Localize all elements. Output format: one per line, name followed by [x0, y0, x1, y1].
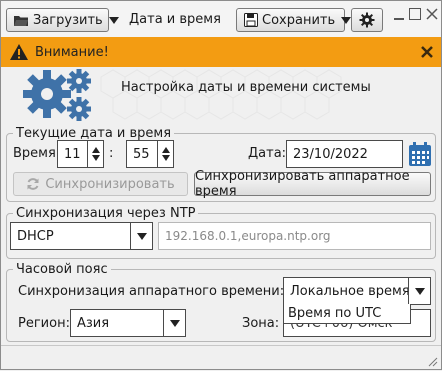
save-button[interactable]: Сохранить [236, 8, 352, 32]
minutes-spin-arrows[interactable] [157, 141, 173, 167]
folder-icon [13, 14, 29, 27]
date-value: 23/10/2022 [293, 146, 368, 162]
floppy-disk-icon [244, 13, 258, 27]
ntp-servers-value: 192.168.0.1,europa.ntp.org [165, 229, 331, 243]
hw-clock-select[interactable]: Локальное время [283, 277, 431, 305]
hours-value: 11 [64, 146, 81, 162]
region-label: Регион: [18, 316, 70, 331]
maximize-button[interactable] [409, 8, 421, 20]
date-label: Дата: [248, 146, 287, 161]
main-window: Загрузить Дата и время Сохранить Внимани… [0, 0, 442, 370]
hw-sync-label: Синхронизировать аппаратное время [195, 169, 410, 199]
hw-clock-value: Локальное время [290, 283, 410, 299]
hw-clock-label: Синхронизация аппаратного времени: [18, 284, 285, 299]
status-bar [1, 345, 441, 369]
ntp-servers-field[interactable]: 192.168.0.1,europa.ntp.org [158, 222, 431, 250]
ntp-mode-select[interactable]: DHCP [10, 222, 153, 250]
dismiss-warning-button[interactable] [421, 46, 433, 58]
warning-banner: Внимание! [1, 37, 441, 67]
load-button[interactable]: Загрузить [6, 8, 119, 32]
warning-triangle-icon [9, 43, 29, 61]
time-label: Время: [13, 146, 61, 161]
date-field[interactable]: 23/10/2022 [286, 140, 403, 168]
close-button[interactable] [425, 7, 439, 21]
hours-spin-arrows[interactable] [87, 141, 103, 167]
chevron-down-icon [341, 16, 352, 24]
chevron-down-icon [108, 16, 119, 24]
resize-grip-icon[interactable] [428, 356, 438, 367]
hours-spinner[interactable]: 11 [57, 140, 104, 168]
region-value: Азия [77, 315, 110, 331]
chevron-down-icon[interactable] [163, 310, 185, 336]
sync-label: Синхронизировать [45, 176, 175, 192]
timezone-legend: Часовой пояс [16, 262, 108, 277]
chevron-down-icon[interactable] [408, 278, 430, 304]
gears-icon [23, 69, 91, 121]
hw-clock-dropdown: Время по UTC [283, 304, 411, 324]
sync-button[interactable]: Синхронизировать [13, 172, 188, 196]
hw-sync-button[interactable]: Синхронизировать аппаратное время [194, 169, 431, 199]
titlebar: Загрузить Дата и время Сохранить [1, 1, 441, 39]
ntp-mode-value: DHCP [17, 228, 54, 244]
save-label: Сохранить [262, 12, 336, 28]
load-label: Загрузить [33, 12, 103, 28]
time-separator: : [109, 146, 114, 161]
calendar-icon[interactable] [408, 141, 432, 167]
hw-clock-option[interactable]: Время по UTC [288, 306, 381, 321]
minimize-button[interactable] [393, 9, 405, 21]
current-datetime-legend: Текущие дата и время [16, 126, 172, 141]
minutes-value: 55 [133, 146, 150, 162]
chevron-down-icon[interactable] [130, 223, 152, 249]
gear-icon [359, 12, 375, 28]
refresh-icon [26, 177, 40, 191]
page-title: Настройка даты и времени системы [121, 80, 371, 95]
zone-label: Зона: [242, 316, 280, 331]
ntp-legend: Синхронизация через NTP [16, 206, 196, 221]
header-area: Настройка даты и времени системы [1, 67, 441, 125]
settings-button[interactable] [351, 8, 383, 32]
region-select[interactable]: Азия [70, 309, 186, 337]
warning-label: Внимание! [35, 44, 109, 60]
window-title: Дата и время [129, 12, 221, 27]
minutes-spinner[interactable]: 55 [126, 140, 174, 168]
